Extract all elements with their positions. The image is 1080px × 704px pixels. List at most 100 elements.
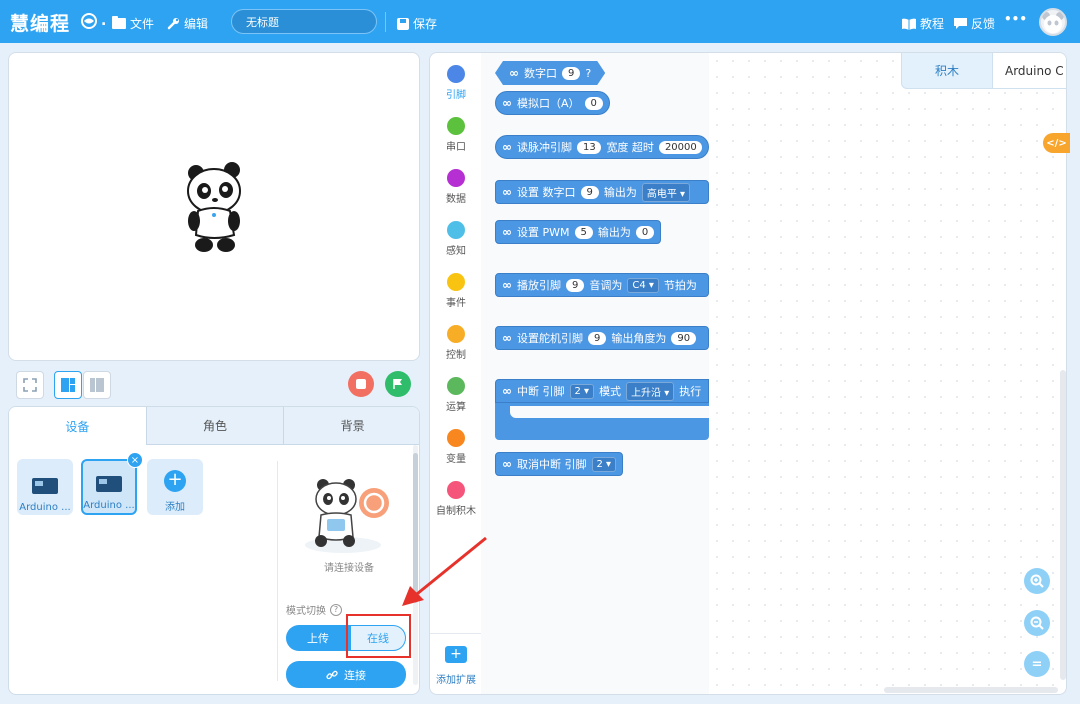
tab-devices[interactable]: 设备: [9, 407, 146, 445]
category-0[interactable]: 引脚: [430, 59, 482, 109]
device-card-arduino-1[interactable]: Arduino ...: [17, 459, 73, 515]
block-set-servo[interactable]: ∞ 设置舵机引脚 9 输出角度为 90: [495, 326, 709, 350]
arduino-infinity-icon: ∞: [509, 66, 519, 80]
upload-mode-button[interactable]: 上传: [286, 625, 350, 651]
block-set-pwm[interactable]: ∞ 设置 PWM 5 输出为 0: [495, 220, 662, 244]
category-3[interactable]: 感知: [430, 215, 482, 265]
category-6[interactable]: 运算: [430, 371, 482, 421]
category-label: 串口: [446, 142, 466, 153]
flag-icon: [393, 379, 402, 389]
plus-icon: +: [164, 470, 186, 492]
zoom-in-button[interactable]: [1024, 568, 1050, 594]
block-dropdown-pin[interactable]: 2 ▾: [591, 456, 617, 472]
add-device-label: 添加: [165, 502, 185, 513]
more-menu-button[interactable]: •••: [1004, 12, 1027, 26]
feedback-button[interactable]: 反馈: [954, 15, 995, 32]
tab-sprites[interactable]: 角色: [145, 407, 284, 445]
annotation-arrow: [402, 536, 487, 606]
device-label: Arduino ...: [19, 502, 71, 513]
zoom-in-icon: [1030, 574, 1044, 588]
code-view-toggle-icon[interactable]: </>: [1043, 133, 1070, 153]
block-play-tone[interactable]: ∞ 播放引脚 9 音调为 C4 ▾ 节拍为: [495, 273, 709, 297]
project-title-input[interactable]: 无标题: [231, 9, 377, 34]
wrench-icon: [167, 18, 179, 30]
tutorial-button[interactable]: 教程: [902, 15, 944, 32]
tab-blocks-view[interactable]: 积木: [901, 53, 993, 89]
remove-device-icon[interactable]: ×: [127, 452, 143, 468]
block-input-pin[interactable]: 9: [562, 67, 580, 80]
connect-button[interactable]: 连接: [286, 661, 406, 688]
category-5[interactable]: 控制: [430, 319, 482, 369]
block-input-pin[interactable]: 9: [566, 278, 585, 292]
block-interrupt[interactable]: ∞ 中断 引脚 2 ▾ 模式 上升沿 ▾ 执行: [495, 379, 709, 403]
block-dropdown-note[interactable]: C4 ▾: [627, 277, 659, 293]
block-dropdown-pin[interactable]: 2 ▾: [569, 383, 595, 399]
block-text: 取消中断 引脚: [517, 458, 587, 471]
stage-canvas[interactable]: [8, 52, 420, 361]
block-dropdown-level[interactable]: 高电平 ▾: [641, 182, 691, 202]
block-input-pin[interactable]: 0: [584, 96, 603, 110]
block-input-value[interactable]: 0: [635, 225, 655, 239]
file-menu[interactable]: 文件: [112, 15, 154, 32]
workspace-scrollbar-vertical[interactable]: [1060, 370, 1066, 680]
save-button[interactable]: 保存: [397, 15, 437, 32]
tab-arduino-c[interactable]: Arduino C: [993, 53, 1066, 89]
block-input-pin[interactable]: 9: [588, 331, 607, 345]
arduino-infinity-icon: ∞: [502, 96, 512, 110]
device-card-arduino-2[interactable]: Arduino ... ×: [81, 452, 143, 515]
category-7[interactable]: 变量: [430, 423, 482, 473]
category-2[interactable]: 数据: [430, 163, 482, 213]
language-button[interactable]: .: [81, 13, 106, 29]
block-input-pin[interactable]: 13: [577, 140, 602, 154]
workspace-scrollbar-horizontal[interactable]: [884, 687, 1058, 693]
file-menu-label: 文件: [130, 17, 155, 31]
mode-switch-label: 模式切换: [286, 606, 326, 617]
edit-menu[interactable]: 编辑: [167, 15, 208, 32]
block-input-timeout[interactable]: 20000: [658, 140, 702, 154]
category-color-dot: [447, 429, 465, 447]
panel-tabs: 设备 角色 背景: [9, 407, 419, 445]
category-color-dot: [447, 169, 465, 187]
save-label: 保存: [413, 17, 438, 31]
user-avatar[interactable]: [1039, 8, 1067, 36]
block-input-pin[interactable]: 9: [580, 185, 599, 199]
arduino-infinity-icon: ∞: [502, 225, 512, 239]
category-4[interactable]: 事件: [430, 267, 482, 317]
category-color-dot: [447, 273, 465, 291]
block-input-pin[interactable]: 5: [574, 225, 593, 239]
layout-large-button[interactable]: [54, 371, 82, 399]
panda-sprite[interactable]: [184, 161, 246, 253]
category-label: 引脚: [446, 90, 466, 101]
block-pulse-in[interactable]: ∞ 读脉冲引脚 13 宽度 超时 20000: [495, 135, 709, 159]
block-text: 音调为: [589, 279, 623, 292]
fullscreen-button[interactable]: [16, 371, 44, 399]
category-1[interactable]: 串口: [430, 111, 482, 161]
zoom-out-icon: [1030, 616, 1044, 630]
block-input-angle[interactable]: 90: [671, 331, 697, 345]
arduino-infinity-icon: ∞: [502, 278, 512, 292]
block-digital-read[interactable]: ∞ 数字口 9 ?: [495, 61, 605, 85]
tab-backgrounds[interactable]: 背景: [283, 407, 419, 445]
connect-label: 连接: [344, 668, 366, 682]
category-color-dot: [447, 117, 465, 135]
category-label: 运算: [446, 402, 466, 413]
add-extension-button[interactable]: + 添加扩展: [430, 633, 482, 695]
layout-small-button[interactable]: [83, 371, 111, 399]
block-text: 模拟口（A）: [517, 97, 580, 110]
stop-button[interactable]: [348, 371, 374, 397]
help-icon[interactable]: ?: [330, 603, 342, 616]
run-button[interactable]: [385, 371, 411, 397]
zoom-out-button[interactable]: [1024, 610, 1050, 636]
arduino-infinity-icon: ∞: [502, 384, 512, 398]
category-8[interactable]: 自制积木: [430, 475, 482, 525]
block-dropdown-mode[interactable]: 上升沿 ▾: [626, 381, 675, 401]
zoom-reset-button[interactable]: =: [1024, 651, 1050, 677]
script-workspace[interactable]: 积木 Arduino C: [709, 52, 1067, 695]
block-detach-interrupt[interactable]: ∞ 取消中断 引脚 2 ▾: [495, 452, 624, 476]
block-text: 节拍为: [663, 279, 697, 292]
block-analog-read[interactable]: ∞ 模拟口（A） 0: [495, 91, 610, 115]
block-set-digital[interactable]: ∞ 设置 数字口 9 输出为 高电平 ▾: [495, 180, 709, 204]
arduino-board-icon: [96, 476, 122, 492]
category-color-dot: [447, 325, 465, 343]
add-device-button[interactable]: + 添加: [147, 459, 203, 515]
